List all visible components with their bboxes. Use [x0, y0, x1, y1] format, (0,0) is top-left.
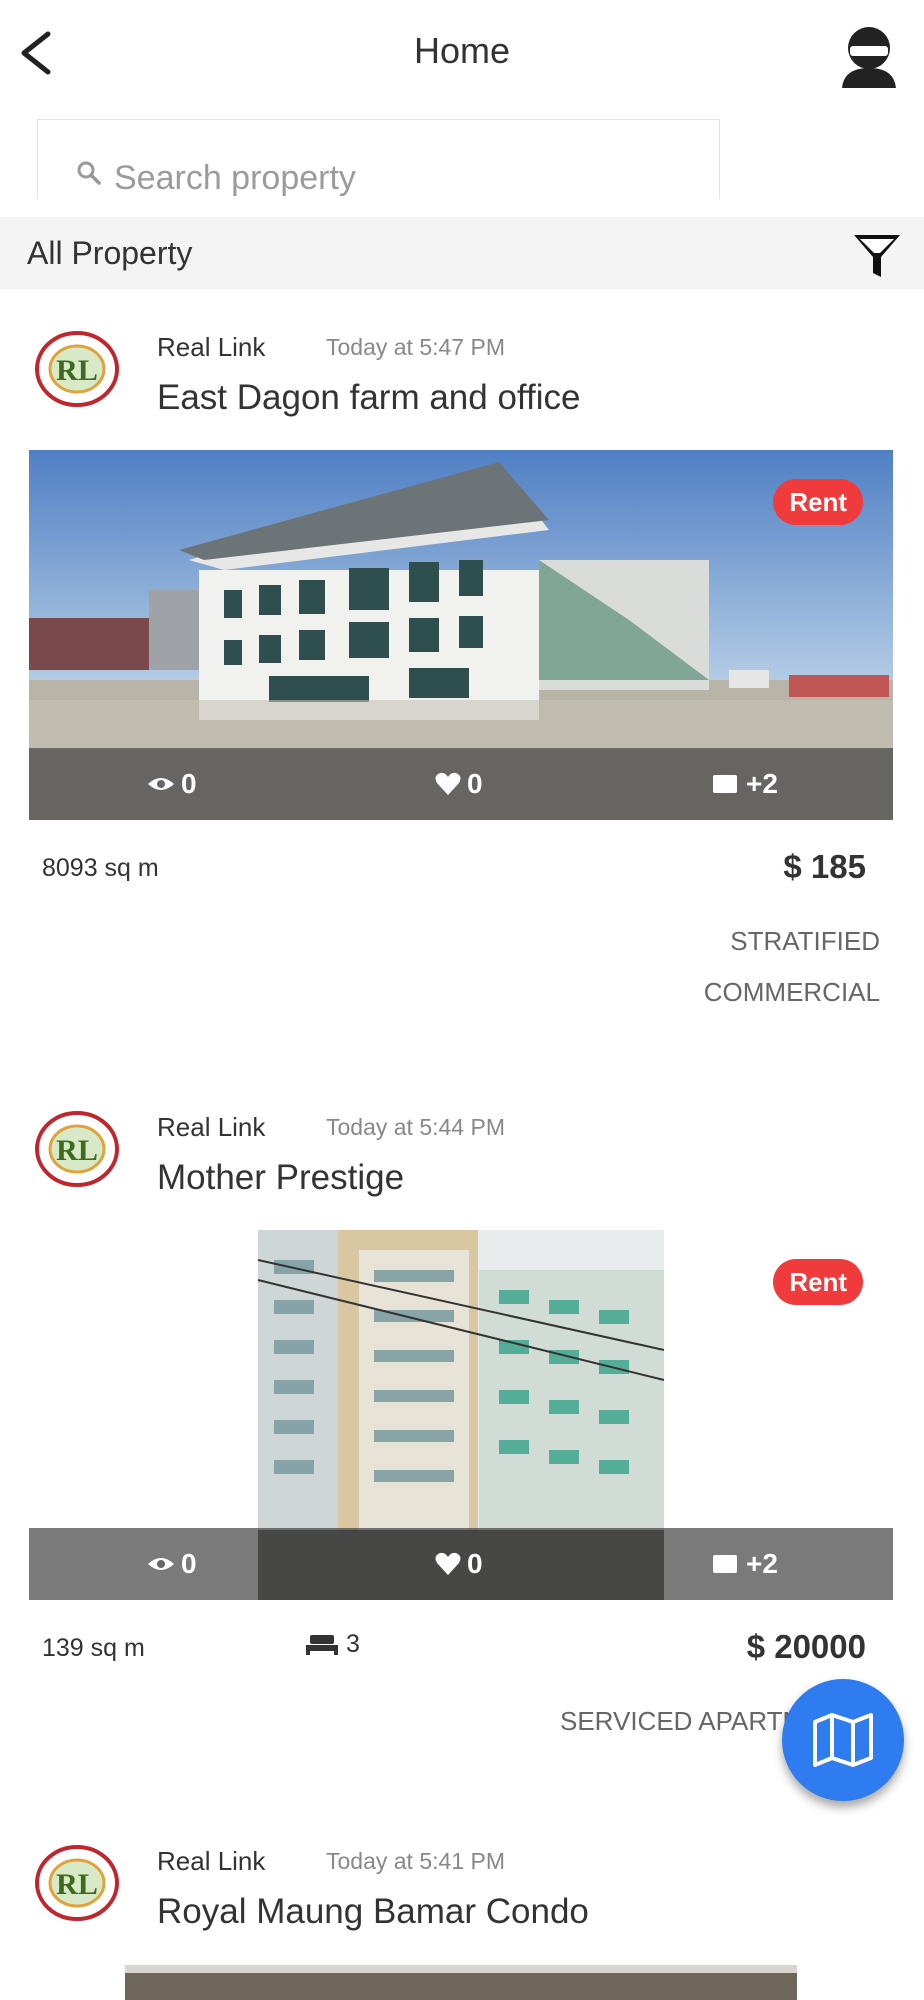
- heart-icon: [435, 1552, 461, 1575]
- search-icon: [77, 161, 101, 185]
- filter-bar: All Property: [0, 217, 924, 289]
- search-input[interactable]: [114, 158, 674, 198]
- agent-name: Real Link: [157, 332, 266, 362]
- post-time: Today at 5:44 PM: [326, 1114, 505, 1140]
- photo-stats-bar: 0 0 +2: [29, 1528, 893, 1600]
- filter-label: All Property: [27, 235, 193, 271]
- agent-name: Real Link: [157, 1846, 266, 1876]
- photos-icon: [713, 1555, 737, 1573]
- map-view-button[interactable]: [782, 1679, 904, 1801]
- bedrooms-count: 3: [346, 1630, 360, 1658]
- likes-stat[interactable]: 0: [435, 768, 483, 800]
- app-header: Home: [0, 0, 924, 110]
- page-title: Home: [413, 30, 511, 71]
- listing-title[interactable]: East Dagon farm and office: [157, 378, 581, 418]
- photos-count: +2: [746, 768, 778, 799]
- likes-count: 0: [467, 768, 483, 799]
- listing-title[interactable]: Royal Maung Bamar Condo: [157, 1892, 589, 1932]
- profile-button[interactable]: [834, 20, 904, 90]
- views-stat: 0: [147, 768, 197, 800]
- likes-count: 0: [467, 1548, 483, 1579]
- eye-icon: [148, 1558, 174, 1570]
- heart-icon: [435, 772, 461, 795]
- photos-stat[interactable]: +2: [712, 768, 778, 800]
- listing-card[interactable]: RL Real Link Today at 5:44 PM Mother Pre…: [0, 1096, 924, 1756]
- agent-avatar: RL: [35, 1111, 119, 1187]
- agent-avatar: RL: [35, 1845, 119, 1921]
- rent-badge: Rent: [773, 479, 863, 525]
- post-time: Today at 5:47 PM: [326, 334, 505, 360]
- price-text: $ 185: [783, 848, 866, 885]
- photo-stats-bar: 0 0 +2: [29, 748, 893, 820]
- listing-card[interactable]: RL Real Link Today at 5:47 PM East Dagon…: [0, 316, 924, 1036]
- svg-text:RL: RL: [56, 1868, 98, 1901]
- ceiling-light-strip: [125, 1965, 797, 1973]
- price-text: $ 20000: [746, 1628, 866, 1665]
- listing-photo[interactable]: Rent 0 0 +2: [29, 450, 893, 820]
- views-stat: 0: [147, 1548, 197, 1580]
- photos-stat[interactable]: +2: [712, 1548, 778, 1580]
- rent-badge: Rent: [773, 1259, 863, 1305]
- user-profile-icon: [842, 27, 896, 88]
- svg-text:RL: RL: [56, 354, 98, 387]
- views-count: 0: [181, 768, 197, 799]
- photos-icon: [713, 775, 737, 793]
- listing-photo[interactable]: [125, 1965, 797, 2000]
- filter-funnel-icon: [854, 235, 900, 277]
- photos-count: +2: [746, 1548, 778, 1579]
- map-icon: [813, 1713, 873, 1767]
- svg-text:RL: RL: [56, 1134, 98, 1167]
- property-type-line: STRATIFIED: [730, 926, 880, 956]
- area-text: 139 sq m: [42, 1634, 145, 1662]
- filter-button[interactable]: [850, 229, 904, 283]
- agent-avatar: RL: [35, 331, 119, 407]
- property-type-line: COMMERCIAL: [703, 977, 880, 1007]
- bedrooms-stat: 3: [306, 1630, 360, 1659]
- eye-icon: [148, 778, 174, 790]
- listing-title[interactable]: Mother Prestige: [157, 1158, 404, 1198]
- agent-name: Real Link: [157, 1112, 266, 1142]
- listing-card[interactable]: RL Real Link Today at 5:41 PM Royal Maun…: [0, 1830, 924, 2000]
- bed-icon: [306, 1634, 338, 1655]
- property-type: STRATIFIED COMMERCIAL: [704, 916, 880, 1018]
- likes-stat[interactable]: 0: [435, 1548, 483, 1580]
- search-box[interactable]: [37, 119, 720, 199]
- area-text: 8093 sq m: [42, 854, 159, 882]
- listing-photo[interactable]: Rent 0 0 +2: [29, 1230, 893, 1600]
- post-time: Today at 5:41 PM: [326, 1848, 505, 1874]
- views-count: 0: [181, 1548, 197, 1579]
